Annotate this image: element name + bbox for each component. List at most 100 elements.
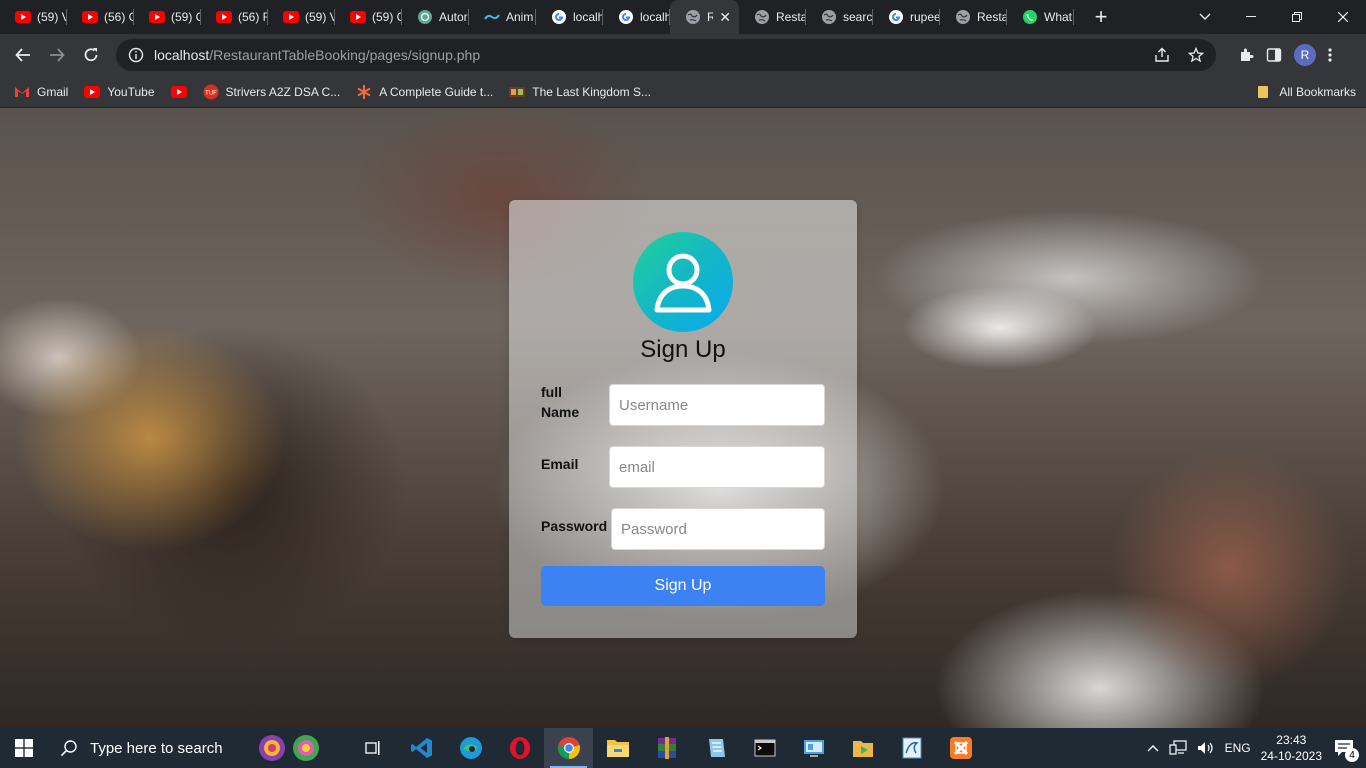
side-panel-icon[interactable]: [1266, 47, 1282, 63]
bookmark-star-icon[interactable]: [1188, 47, 1204, 63]
browser-tab[interactable]: localh: [536, 0, 603, 34]
email-input[interactable]: [609, 446, 825, 488]
language-indicator[interactable]: ENG: [1225, 741, 1251, 755]
arrow-right-icon: [50, 48, 65, 62]
chevron-up-icon[interactable]: [1147, 744, 1159, 752]
tab-list: (59) V (56) C (59) C (56) F (59) V (59) C Auto…: [0, 0, 1074, 34]
edge-icon[interactable]: [446, 728, 495, 768]
arrow-left-icon: [15, 48, 30, 62]
password-input[interactable]: [611, 508, 825, 550]
bookmark-label: The Last Kingdom S...: [532, 84, 651, 99]
minimize-button[interactable]: [1228, 0, 1274, 34]
forward-button[interactable]: [42, 40, 72, 70]
bookmark-item[interactable]: Gmail: [14, 84, 68, 100]
reload-button[interactable]: [76, 40, 106, 70]
browser-tab[interactable]: Resta: [940, 0, 1007, 34]
whatsapp-icon: [1022, 9, 1038, 25]
browser-tab[interactable]: What: [1007, 0, 1074, 34]
back-button[interactable]: [8, 40, 38, 70]
bookmark-item[interactable]: TUF Strivers A2Z DSA C...: [203, 84, 340, 100]
tab-search-button[interactable]: [1182, 0, 1228, 34]
signup-button[interactable]: Sign Up: [541, 566, 825, 606]
browser-tab[interactable]: (56) F: [201, 0, 268, 34]
tab-title: (59) C: [171, 10, 201, 24]
tab-title: (56) F: [238, 10, 268, 24]
share-icon[interactable]: [1154, 47, 1170, 63]
profile-avatar[interactable]: R: [1294, 44, 1316, 66]
notifications-button[interactable]: 4: [1332, 736, 1359, 762]
browser-tab[interactable]: Autor: [402, 0, 469, 34]
bookmark-label: Gmail: [37, 84, 69, 99]
address-bar[interactable]: localhost/RestaurantTableBooking/pages/s…: [116, 39, 1216, 71]
browser-tab[interactable]: R ✕: [670, 0, 739, 34]
wave-icon: [484, 9, 500, 25]
more-menu-icon[interactable]: [1328, 47, 1332, 63]
bookmark-item[interactable]: The Last Kingdom S...: [509, 84, 651, 100]
winrar-icon[interactable]: [642, 728, 691, 768]
user-avatar-icon: [633, 232, 733, 332]
fullname-input[interactable]: [609, 384, 825, 426]
tab-title: Anim: [506, 10, 534, 24]
search-icon: [60, 740, 77, 757]
browser-tab[interactable]: (59) C: [134, 0, 201, 34]
search-placeholder: Type here to search: [90, 739, 223, 757]
bookmark-label: A Complete Guide t...: [379, 84, 494, 99]
browser-tab[interactable]: (59) C: [335, 0, 402, 34]
url-path: /RestaurantTableBooking/pages/signup.php: [209, 47, 481, 63]
browser-toolbar: localhost/RestaurantTableBooking/pages/s…: [0, 34, 1366, 76]
chrome-icon[interactable]: [544, 728, 593, 768]
window-controls: [1182, 0, 1366, 34]
browser-tab[interactable]: searc: [806, 0, 873, 34]
folder-icon: [1256, 84, 1272, 100]
notepad-icon[interactable]: [691, 728, 740, 768]
site-info-icon[interactable]: [128, 47, 144, 63]
mysql-icon[interactable]: [887, 728, 936, 768]
close-tab-icon[interactable]: ✕: [719, 9, 731, 26]
browser-tab[interactable]: Resta: [739, 0, 806, 34]
volume-icon[interactable]: [1197, 740, 1215, 756]
bookmark-list: Gmail YouTube TUF Strivers A2Z DSA C... A Co…: [14, 84, 667, 100]
terminal-icon[interactable]: [740, 728, 789, 768]
film-icon: [509, 84, 526, 100]
file-explorer-icon[interactable]: [593, 728, 642, 768]
tab-title: (59) C: [372, 10, 402, 24]
tab-title: Resta: [776, 10, 806, 24]
xampp-icon[interactable]: [936, 728, 985, 768]
clock[interactable]: 23:43 24-10-2023: [1261, 732, 1322, 764]
browser-tab[interactable]: rupee: [873, 0, 940, 34]
email-label: Email: [541, 456, 579, 472]
globe-icon: [685, 9, 701, 25]
bookmark-item[interactable]: A Complete Guide t...: [356, 84, 493, 100]
password-label: Password: [541, 518, 608, 534]
bookmark-item[interactable]: [170, 84, 187, 100]
taskbar-search[interactable]: Type here to search: [48, 728, 348, 768]
browser-tab[interactable]: (56) C: [67, 0, 134, 34]
network-icon[interactable]: [1168, 740, 1187, 756]
globe-icon: [821, 9, 837, 25]
bookmark-label: YouTube: [107, 84, 155, 99]
browser-tab[interactable]: (59) V: [268, 0, 335, 34]
browser-tab[interactable]: (59) V: [0, 0, 67, 34]
globe-icon: [754, 9, 770, 25]
youtube-icon: [350, 9, 366, 25]
extensions-icon[interactable]: [1238, 47, 1254, 63]
all-bookmarks-button[interactable]: All Bookmarks: [1256, 84, 1356, 100]
control-panel-icon[interactable]: [789, 728, 838, 768]
new-tab-button[interactable]: +: [1084, 0, 1118, 34]
vscode-icon[interactable]: [397, 728, 446, 768]
task-view-icon[interactable]: [348, 728, 397, 768]
close-window-button[interactable]: [1320, 0, 1366, 34]
opera-icon[interactable]: [495, 728, 544, 768]
browser-tab[interactable]: localh: [603, 0, 670, 34]
tab-title: (56) C: [104, 10, 134, 24]
start-button[interactable]: [0, 728, 48, 768]
notification-count: 4: [1345, 748, 1359, 762]
bookmark-item[interactable]: YouTube: [84, 84, 155, 100]
clock-time: 23:43: [1276, 733, 1307, 747]
reload-icon: [84, 48, 98, 62]
browser-tab[interactable]: Anim: [469, 0, 536, 34]
file-manager-icon[interactable]: [838, 728, 887, 768]
restore-button[interactable]: [1274, 0, 1320, 34]
fullname-label: full Name: [541, 384, 580, 420]
signup-card: Sign Up full Name Email Password Sign Up: [509, 200, 857, 638]
